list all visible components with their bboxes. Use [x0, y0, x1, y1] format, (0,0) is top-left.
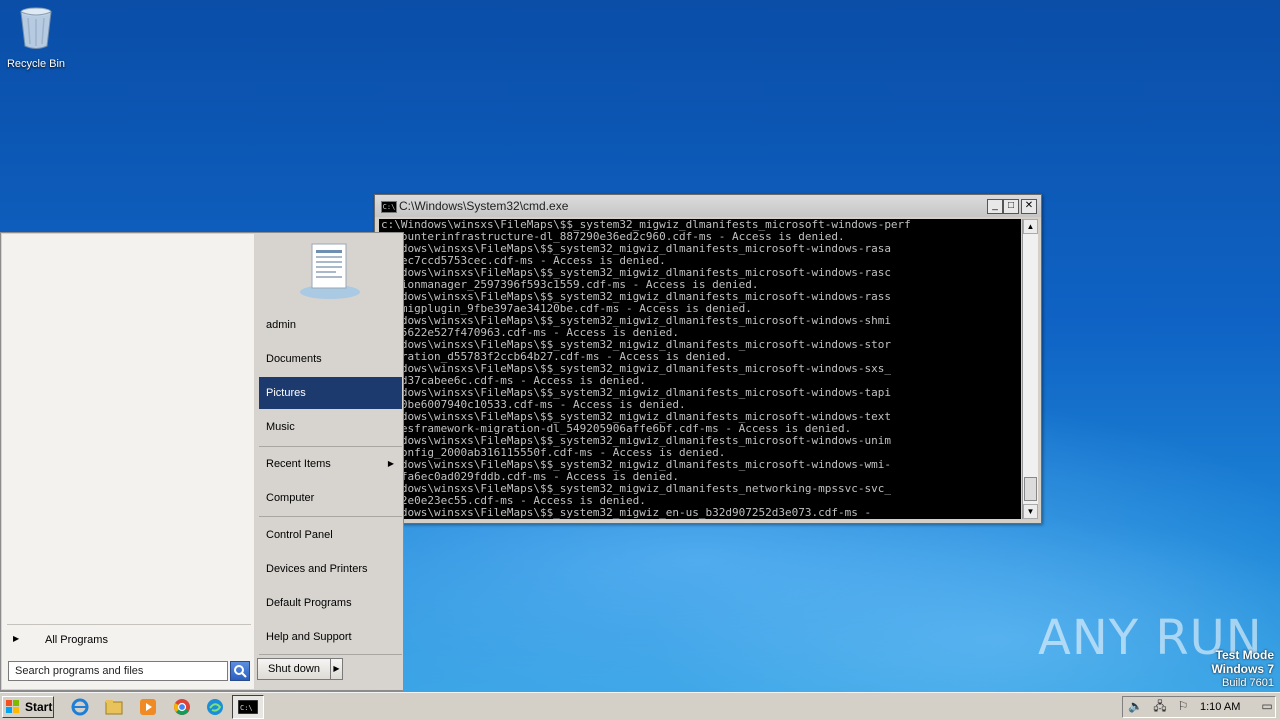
start-item-computer[interactable]: Computer [259, 482, 402, 514]
start-item-music[interactable]: Music [259, 411, 402, 443]
shutdown-button[interactable]: Shut down [257, 658, 331, 680]
start-item-control-panel[interactable]: Control Panel [259, 519, 402, 551]
os-version-label: Windows 7 [1211, 662, 1274, 676]
start-item-recent-items[interactable]: Recent Items ▶ [259, 448, 402, 480]
user-picture-icon[interactable] [296, 240, 366, 302]
divider [7, 624, 251, 625]
volume-icon[interactable]: 🔈 [1128, 699, 1143, 713]
test-mode-label: Test Mode [1215, 648, 1274, 662]
start-item-admin[interactable]: admin [259, 309, 402, 341]
minimize-button[interactable]: _ [987, 199, 1003, 214]
search-input[interactable]: Search programs and files [8, 661, 228, 681]
start-item-default-programs[interactable]: Default Programs [259, 587, 402, 619]
cmd-app-icon: C:\ [381, 201, 397, 213]
shutdown-options-arrow-icon[interactable]: ▶ [330, 658, 343, 680]
console-scrollbar[interactable]: ▲ ▼ [1022, 219, 1038, 519]
taskbar: Start C:\ 🔈 🖧 ⚐ 1:10 AM ▭ [0, 692, 1280, 720]
cmd-window-title: C:\Windows\System32\cmd.exe [399, 199, 569, 213]
start-menu-programs-pane [2, 234, 254, 689]
triangle-right-icon: ▶ [13, 634, 20, 643]
start-button[interactable]: Start [2, 696, 54, 718]
recent-items-label: Recent Items [266, 458, 331, 470]
maximize-button[interactable]: □ [1003, 199, 1019, 214]
windows-explorer-icon[interactable] [104, 697, 124, 717]
network-icon[interactable]: 🖧 [1153, 699, 1167, 713]
submenu-arrow-icon: ▶ [387, 459, 394, 468]
divider [259, 654, 402, 655]
divider [259, 446, 402, 447]
scroll-thumb[interactable] [1024, 477, 1037, 501]
start-item-devices-printers[interactable]: Devices and Printers [259, 553, 402, 585]
build-label: Build 7601 [1222, 677, 1274, 689]
start-label: Start [25, 700, 53, 714]
all-programs-label: All Programs [45, 634, 108, 646]
windows-logo-icon [6, 700, 19, 713]
internet-explorer-icon[interactable] [70, 697, 90, 717]
recycle-bin-icon [18, 6, 54, 50]
cmd-icon: C:\ [238, 700, 258, 714]
svg-text:C:\: C:\ [240, 704, 253, 712]
start-item-documents[interactable]: Documents [259, 343, 402, 375]
clock[interactable]: 1:10 AM [1200, 701, 1240, 713]
edge-icon[interactable] [205, 697, 225, 717]
scroll-down-arrow-icon[interactable]: ▼ [1023, 504, 1038, 519]
action-center-flag-icon[interactable]: ⚐ [1176, 699, 1190, 713]
all-programs-item[interactable]: ▶ All Programs [7, 631, 247, 651]
console-output[interactable]: c:\Windows\winsxs\FileMaps\$$_system32_m… [379, 219, 1021, 519]
recycle-bin-label: Recycle Bin [6, 58, 66, 70]
cmd-titlebar[interactable]: C:\ C:\Windows\System32\cmd.exe _ □ ✕ [375, 195, 1041, 217]
chrome-icon[interactable] [172, 697, 192, 717]
search-button[interactable] [230, 661, 250, 681]
console-text: c:\Windows\winsxs\FileMaps\$$_system32_m… [381, 219, 911, 519]
cmd-window[interactable]: C:\ C:\Windows\System32\cmd.exe _ □ ✕ c:… [374, 194, 1042, 524]
start-item-pictures[interactable]: Pictures [259, 377, 402, 409]
search-icon [234, 665, 247, 678]
media-player-icon[interactable] [138, 697, 158, 717]
divider [259, 516, 402, 517]
system-tray [1122, 696, 1276, 718]
recycle-bin-desktop-icon[interactable]: Recycle Bin [4, 6, 68, 70]
start-item-help-support[interactable]: Help and Support [259, 621, 402, 653]
show-desktop-icon[interactable]: ▭ [1260, 699, 1274, 713]
test-mode-watermark: Test Mode Windows 7 Build 7601 [1211, 648, 1274, 690]
scroll-up-arrow-icon[interactable]: ▲ [1023, 219, 1038, 234]
taskbar-cmd-button[interactable]: C:\ [232, 695, 264, 719]
close-button[interactable]: ✕ [1021, 199, 1037, 214]
